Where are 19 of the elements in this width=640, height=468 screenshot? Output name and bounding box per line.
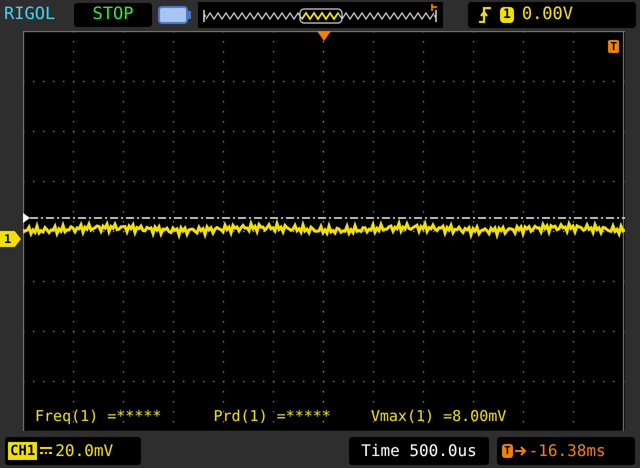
timebase-readout: Time 500.0us (349, 437, 489, 465)
trigger-level-marker: T (608, 40, 619, 53)
dc-coupling-icon (40, 446, 52, 456)
arrow-icon (514, 446, 527, 456)
rising-edge-icon (478, 7, 492, 23)
trigger-level: 0.00V (522, 3, 574, 26)
trigger-offset-marker: T (502, 444, 513, 458)
channel-scale: 20.0mV (55, 440, 114, 462)
trigger-position-marker (317, 31, 331, 41)
trigger-source-badge: 1 (500, 7, 514, 23)
channel-marker: 1 (0, 231, 21, 247)
channel-label: CH1 (8, 442, 38, 460)
measurement-readout: Prd(1) =***** (213, 406, 331, 426)
measurement-readout: Vmax(1) =8.00mV (370, 406, 506, 426)
measurement-readout: Freq(1) =***** (35, 406, 162, 426)
run-status: STOP (74, 3, 152, 27)
battery-icon (158, 6, 192, 24)
brand-logo: RIGOL (4, 3, 56, 26)
trigger-offset: -16.38ms (528, 440, 606, 462)
